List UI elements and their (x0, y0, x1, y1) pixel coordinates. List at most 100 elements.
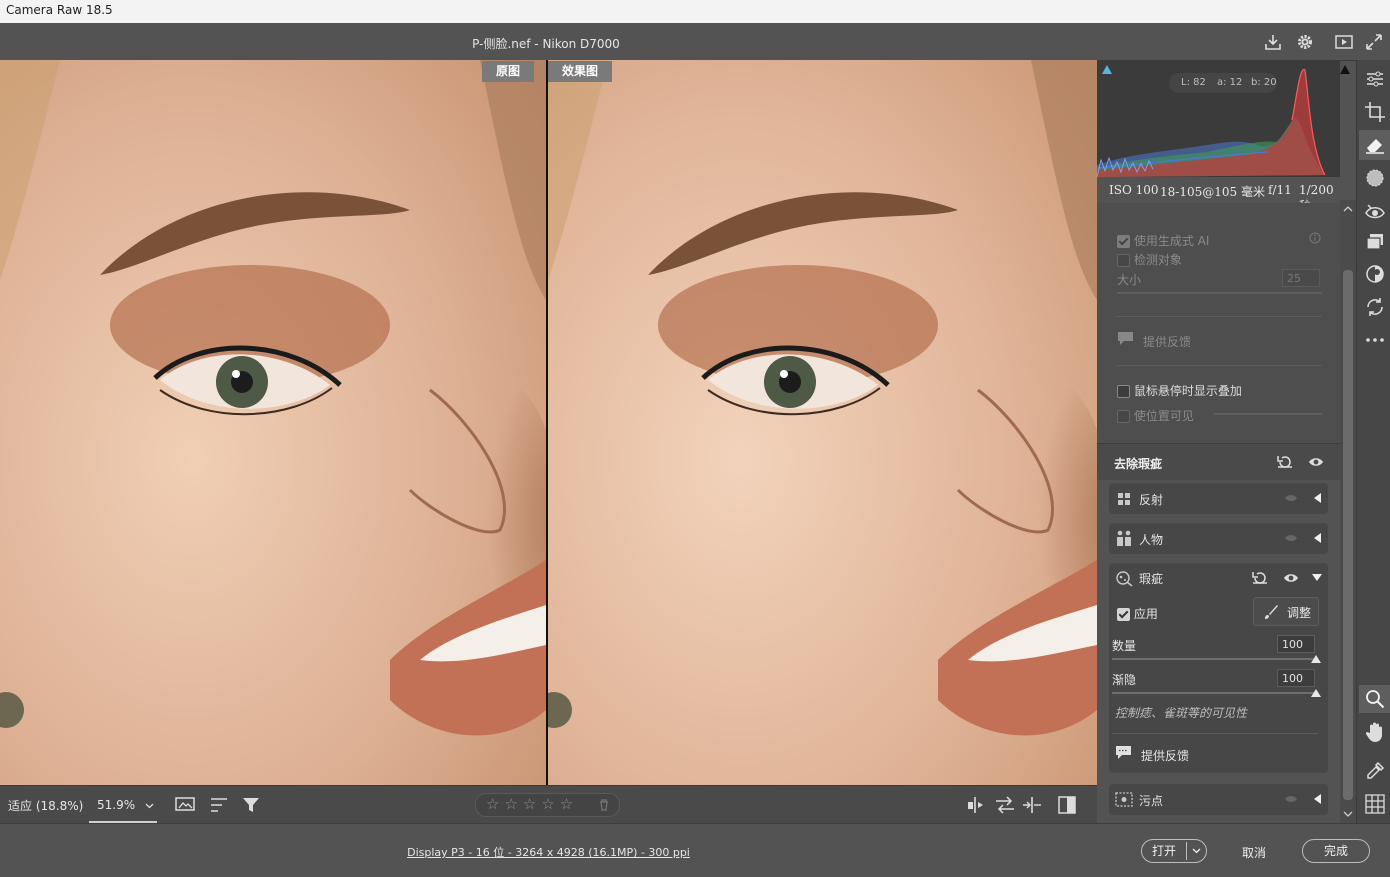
open-button[interactable]: 打开 (1142, 840, 1186, 862)
open-button-group[interactable]: 打开 (1141, 839, 1207, 863)
feedback-link[interactable]: 提供反馈 (1141, 747, 1189, 764)
eye-hidden-icon[interactable] (1284, 493, 1298, 503)
red-eye-icon[interactable] (1364, 201, 1386, 223)
amount-slider-thumb[interactable] (1311, 655, 1321, 663)
workflow-options-link[interactable]: Display P3 - 16 位 - 3264 x 4928 (16.1MP)… (0, 844, 1097, 860)
edit-sliders-icon[interactable] (1364, 68, 1386, 90)
reject-trash-icon[interactable] (598, 799, 610, 811)
after-face-image (548, 60, 1097, 785)
apply-checkbox[interactable]: 应用 (1117, 605, 1158, 622)
before-face-image (0, 60, 546, 785)
masking-icon[interactable] (1364, 167, 1386, 189)
rating-control[interactable]: ☆☆☆☆☆ (475, 793, 620, 817)
chevron-down-icon[interactable] (1192, 848, 1201, 854)
feedback-icon (1118, 332, 1133, 345)
detect-objects-option[interactable]: 检测对象 (1117, 251, 1182, 268)
hover-overlay-label: 鼠标悬停时显示叠加 (1133, 384, 1242, 398)
status-bar: Display P3 - 16 位 - 3264 x 4928 (16.1MP)… (0, 823, 1390, 877)
presets-icon[interactable] (1364, 231, 1386, 253)
rating-stars[interactable]: ☆☆☆☆☆ (486, 795, 578, 813)
eye-hidden-icon[interactable] (1284, 794, 1298, 804)
grid-overlay-icon[interactable] (1364, 793, 1386, 815)
reflection-icon (1118, 493, 1130, 505)
before-after-toggle-icon[interactable] (966, 796, 988, 814)
color-grading-icon[interactable] (1364, 263, 1386, 285)
spots-label: 污点 (1139, 794, 1164, 808)
eraser-remove-icon[interactable] (1364, 134, 1386, 156)
tool-strip (1356, 60, 1390, 823)
panel-scrollbar[interactable] (1340, 200, 1356, 823)
window-titlebar: Camera Raw 18.5 (0, 0, 1390, 23)
reflections-section[interactable]: 反射 (1109, 483, 1328, 514)
visibility-eye-icon[interactable] (1308, 456, 1324, 468)
use-gen-ai-option[interactable]: 使用生成式 AI (1117, 232, 1209, 249)
highlight-clipping-icon[interactable] (1339, 64, 1351, 75)
after-photo[interactable]: 效果图 (548, 60, 1097, 785)
blemishes-label: 瑕疵 (1139, 572, 1164, 586)
amount-slider-track[interactable] (1112, 658, 1318, 660)
swap-icon[interactable] (994, 796, 1016, 814)
visibility-slider[interactable] (1214, 413, 1322, 415)
settings-gear-icon[interactable] (1295, 32, 1315, 52)
visibility-eye-icon[interactable] (1283, 572, 1299, 584)
sort-icon[interactable] (209, 796, 229, 814)
spots-section[interactable]: 污点 (1109, 784, 1328, 815)
feedback-link-disabled[interactable]: 提供反馈 (1143, 333, 1191, 350)
spot-icon (1115, 792, 1133, 807)
scroll-down-icon[interactable] (1343, 811, 1353, 817)
fade-input[interactable]: 100 (1277, 669, 1315, 687)
eye-hidden-icon[interactable] (1284, 533, 1298, 543)
fade-slider-thumb[interactable] (1311, 689, 1321, 697)
before-photo[interactable]: 原图 (0, 60, 546, 785)
reset-icon[interactable] (1252, 571, 1268, 585)
generative-options: 使用生成式 AI 检测对象 大小 25 提供反馈 鼠标悬停时显示叠加 使位置可见 (1097, 203, 1340, 443)
cancel-button[interactable]: 取消 (1242, 844, 1266, 861)
expand-left-icon[interactable] (1313, 532, 1322, 544)
color-sampler-icon[interactable] (1364, 760, 1386, 782)
scroll-up-icon[interactable] (1343, 206, 1353, 212)
fade-label: 渐隐 (1112, 673, 1137, 687)
done-button[interactable]: 完成 (1302, 839, 1370, 863)
apply-label: 应用 (1133, 607, 1158, 621)
fullscreen-icon[interactable] (1364, 32, 1384, 52)
edit-panel: L: 82 a: 12 b: 20 ISO 100 18-105@105 毫米 … (1096, 60, 1350, 823)
people-label: 人物 (1139, 533, 1164, 547)
make-visible-option[interactable]: 使位置可见 (1117, 407, 1194, 424)
zoom-select[interactable]: 51.9% (89, 790, 157, 823)
fade-slider-track[interactable] (1112, 692, 1318, 694)
expand-left-icon[interactable] (1313, 492, 1322, 504)
amount-label: 数量 (1112, 639, 1137, 653)
collapse-down-icon[interactable] (1311, 573, 1323, 582)
zoom-magnifier-icon[interactable] (1364, 688, 1386, 710)
size-input[interactable]: 25 (1282, 269, 1320, 287)
expand-left-icon[interactable] (1313, 793, 1322, 805)
image-viewer[interactable]: 原图 效果图 (0, 60, 1097, 785)
divider (1117, 365, 1322, 366)
size-slider[interactable] (1117, 292, 1322, 294)
save-icon[interactable] (1263, 32, 1283, 52)
remove-section-header[interactable]: 去除瑕疵 (1097, 443, 1340, 480)
amount-input[interactable]: 100 (1277, 635, 1315, 653)
people-section[interactable]: 人物 (1109, 523, 1328, 554)
exif-iso: ISO 100 (1109, 183, 1159, 197)
filmstrip-icon[interactable] (175, 796, 197, 814)
split-view-icon[interactable] (1057, 795, 1079, 815)
more-options-icon[interactable] (1364, 329, 1386, 351)
reset-icon[interactable] (1277, 455, 1293, 469)
size-label: 大小 (1117, 273, 1142, 287)
info-icon[interactable] (1309, 232, 1321, 244)
hand-pan-icon[interactable] (1364, 721, 1386, 743)
snapshot-sync-icon[interactable] (1364, 296, 1386, 318)
hover-overlay-option[interactable]: 鼠标悬停时显示叠加 (1117, 382, 1242, 399)
brush-icon (1265, 605, 1278, 619)
slideshow-icon[interactable] (1334, 32, 1354, 52)
fit-zoom-button[interactable]: 适应 (18.8%) (8, 797, 83, 814)
lab-readout: L: 82 a: 12 b: 20 (1169, 73, 1277, 93)
filter-icon[interactable] (241, 796, 261, 814)
scrollbar-thumb[interactable] (1343, 270, 1353, 800)
copy-settings-icon[interactable] (1021, 796, 1043, 814)
shadow-clipping-icon[interactable] (1101, 64, 1113, 75)
use-gen-ai-label: 使用生成式 AI (1133, 234, 1210, 248)
crop-icon[interactable] (1364, 101, 1386, 123)
refine-brush-button[interactable]: 调整 (1253, 597, 1319, 626)
